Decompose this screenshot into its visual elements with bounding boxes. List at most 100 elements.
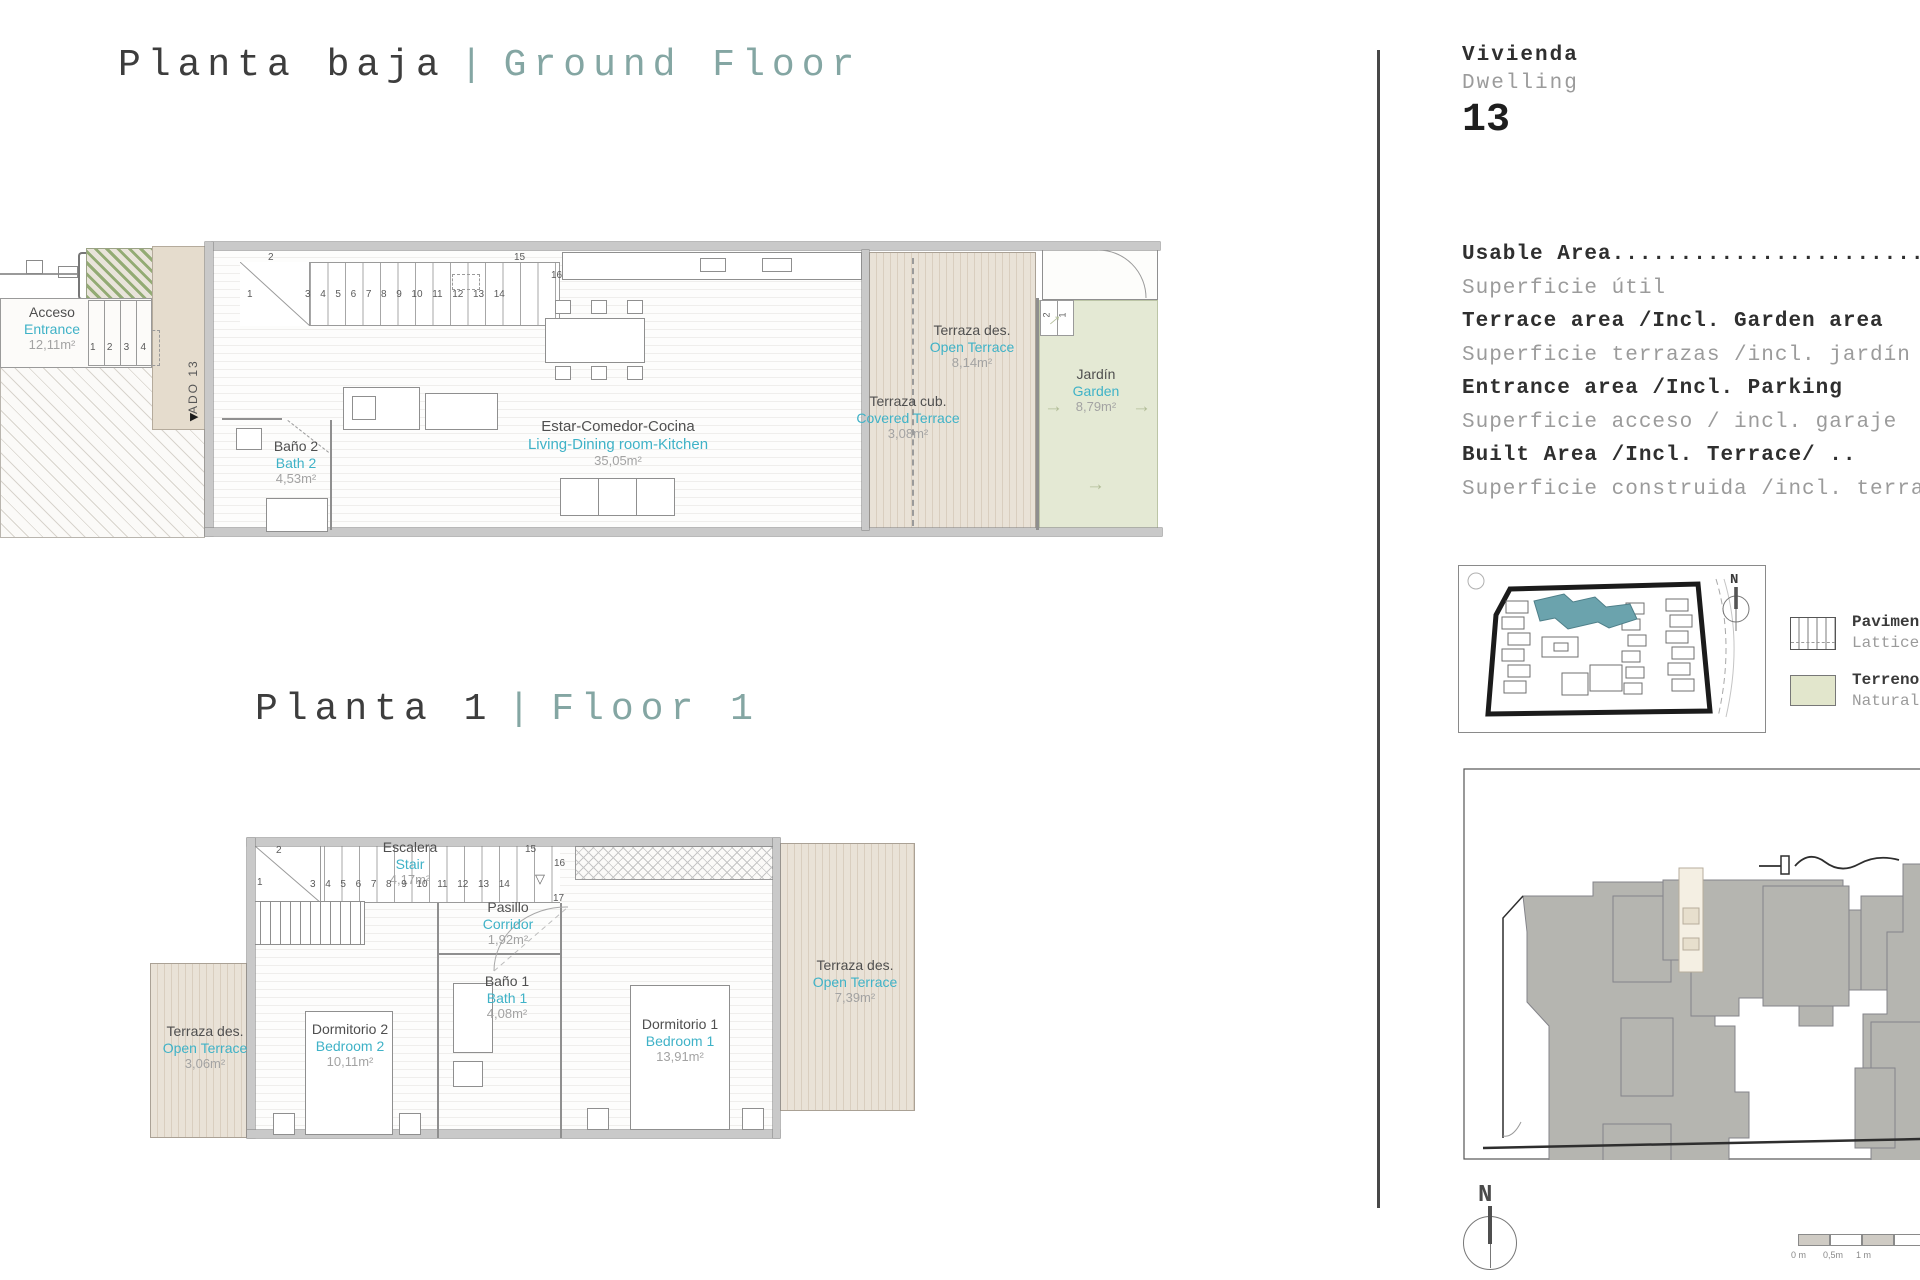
room-label-open-terrace-right: Terraza des. Open Terrace 7,39m² (812, 957, 898, 1006)
wardrobe (250, 901, 365, 945)
stair-number: 2 (276, 845, 282, 856)
wall (247, 838, 255, 1138)
dining-table (545, 318, 645, 363)
wall (247, 838, 780, 846)
kitchen-hob (762, 258, 792, 272)
stair-numbers-row: 3 4 5 6 7 8 9 10 11 12 13 14 (310, 879, 510, 890)
wall (773, 838, 780, 1138)
door-arc (1098, 250, 1147, 299)
title-es: Planta 1 (255, 688, 494, 731)
sofa (560, 478, 675, 516)
room-label-corridor: Pasillo Corridor 1,92m² (482, 899, 534, 948)
title-es: Planta baja (118, 44, 446, 87)
island-sink (352, 396, 376, 420)
section-divider (1377, 50, 1380, 1208)
wall (1036, 298, 1039, 530)
area-line-usable-es: Superficie útil (1462, 277, 1667, 300)
entrance-steps (88, 300, 152, 366)
section-mark (452, 274, 480, 290)
legend-swatch-lattice (1790, 617, 1836, 650)
nightstand (742, 1108, 764, 1130)
room-label-open-terrace-left: Terraza des. Open Terrace 3,06m² (162, 1023, 248, 1072)
wall (437, 903, 439, 1138)
scale-label-0: 0 m (1791, 1250, 1807, 1260)
room-label-bedroom2: Dormitorio 2 Bedroom 2 10,11m² (311, 1021, 389, 1070)
stair-number: 16 (551, 270, 563, 281)
area-line-entrance-en: Entrance area /Incl. Parking (1462, 377, 1843, 400)
ground-floor-title: Planta baja | Ground Floor (118, 44, 861, 87)
garden-step-number: 1 (1057, 312, 1068, 318)
nightstand (399, 1113, 421, 1135)
entry-arrow-icon: ▶ (190, 411, 199, 423)
compass-needle (1488, 1206, 1492, 1244)
ground-floor-plan: ADO 13 ▶ 1 2 3 4 Acceso Entrance 12,11m² (0, 238, 1190, 540)
legend-lattice-line2: Lattice pa (1852, 634, 1920, 652)
shower-tray (266, 498, 328, 532)
sink (453, 1061, 483, 1087)
terrace-deck (869, 252, 1036, 530)
stair-landing (254, 845, 322, 904)
stair-number: 15 (514, 252, 526, 263)
terrace-divider-dash (912, 258, 914, 526)
title-en: Floor 1 (551, 688, 760, 731)
stair-numbers-row: 3 4 5 6 7 8 9 10 11 12 13 14 (305, 289, 505, 300)
entrance-step-numbers: 1 2 3 4 (90, 342, 146, 353)
legend-swatch-natural (1790, 675, 1836, 706)
stair-number: 15 (525, 844, 537, 855)
pergola-lattice (575, 846, 800, 880)
area-line-built-en: Built Area /Incl. Terrace/ .. (1462, 444, 1857, 467)
stair-number: 2 (268, 252, 274, 263)
garden-arrow-icon: → (1086, 474, 1105, 495)
title-en: Ground Floor (503, 44, 862, 87)
room-label-bath2: Baño 2 Bath 2 4,53m² (273, 438, 319, 487)
site-plan (1463, 768, 1920, 1160)
wall (212, 242, 1160, 250)
legend-lattice-line1: Pavimento (1852, 613, 1920, 631)
kitchen-cabinet (425, 393, 498, 430)
room-label-bath1: Baño 1 Bath 1 4,08m² (484, 973, 530, 1022)
scale-label-05: 0,5m (1823, 1250, 1844, 1260)
dwelling-label-en: Dwelling (1462, 72, 1579, 95)
area-line-built-es: Superficie construida /incl. terraza (1462, 478, 1920, 501)
stair-number: 1 (257, 877, 263, 888)
room-label-living: Estar-Comedor-Cocina Living-Dining room-… (527, 418, 709, 469)
wall (222, 418, 282, 420)
scale-bar (1798, 1234, 1920, 1246)
wall (205, 528, 1162, 536)
room-label-open-terrace: Terraza des. Open Terrace 8,14m² (929, 322, 1015, 371)
area-line-terrace-es: Superficie terrazas /incl. jardín (1462, 344, 1911, 367)
ado-13-label: ADO 13 (186, 359, 200, 414)
legend-natural-line1: Terreno n (1852, 671, 1920, 689)
compass-needle-tail (1489, 1244, 1491, 1268)
key-site-plan: N (1458, 565, 1766, 733)
chair (627, 366, 643, 380)
lattice-pavement-patch (86, 248, 158, 300)
stair-number: 16 (554, 858, 566, 869)
floor1-plan: 2 1 3 4 5 6 7 8 9 10 11 12 13 14 15 16 1… (147, 833, 917, 1140)
garden-arrow-icon: → (1132, 396, 1151, 417)
area-line-entrance-es: Superficie acceso / incl. garaje (1462, 411, 1898, 434)
wall (862, 250, 869, 530)
wall (205, 242, 213, 536)
nightstand (273, 1113, 295, 1135)
key-plan-north-label: N (1730, 572, 1738, 588)
room-label-garden: Jardín Garden 8,79m² (1072, 366, 1120, 415)
stair-direction-icon: ▽ (535, 871, 545, 886)
dwelling-label-es: Vivienda (1462, 44, 1579, 67)
title-separator: | (459, 44, 490, 87)
area-line-terrace-en: Terrace area /Incl. Garden area (1462, 310, 1884, 333)
stair-number: 17 (553, 893, 565, 904)
gate-drawing (0, 252, 86, 300)
floor1-title: Planta 1 | Floor 1 (255, 688, 760, 731)
scale-label-1: 1 m (1856, 1250, 1872, 1260)
chair (627, 300, 643, 314)
chair (591, 300, 607, 314)
wall (330, 420, 332, 530)
room-label-entrance: Acceso Entrance 12,11m² (23, 304, 81, 353)
chair (555, 366, 571, 380)
chair (555, 300, 571, 314)
garden-step-number: 2 (1041, 312, 1052, 318)
chair (591, 366, 607, 380)
legend-natural-line2: Natural gr (1852, 692, 1920, 710)
stair-number: 1 (247, 289, 253, 300)
